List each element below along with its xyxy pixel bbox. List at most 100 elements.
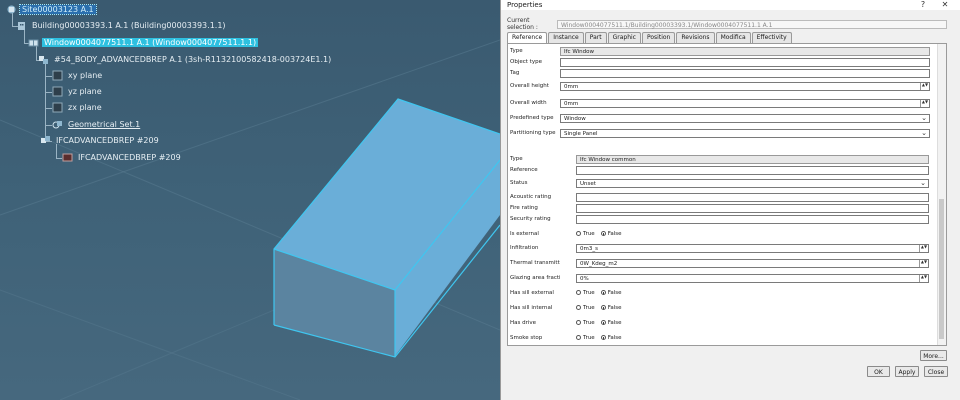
property-label: Fire rating [510, 205, 538, 211]
tab-modifica[interactable]: Modifica [715, 32, 751, 43]
radio-circle [576, 290, 581, 295]
chevron-down-icon[interactable]: ⌄ [921, 129, 927, 137]
property-label: Type [510, 156, 523, 162]
spinner-arrows-icon[interactable]: ▲▼ [920, 99, 929, 107]
tree-node-geometrical-set[interactable]: Geometrical Set.1 [52, 119, 142, 130]
radio-false[interactable]: False [600, 231, 622, 237]
property-dropdown[interactable]: Unset ⌄ [576, 178, 929, 188]
property-field[interactable]: 0m3_s ▲▼ [576, 243, 929, 253]
property-row: Reference [508, 165, 938, 175]
property-row: Type Ifc Window [508, 46, 938, 56]
tree-node-site[interactable]: Site00003123 A.1 [6, 4, 97, 15]
plane-icon [52, 70, 63, 81]
radio-false[interactable]: False [600, 289, 622, 296]
radio-label: True [583, 319, 595, 326]
spinner-arrows-icon[interactable]: ▲▼ [919, 274, 928, 282]
property-field[interactable]: 0% ▲▼ [576, 273, 929, 283]
tree-node-window[interactable]: Window0004077511.1 A.1 (Window0004077511… [28, 37, 259, 48]
current-selection-field[interactable]: Window0004077511.1/Building00003393.1/Wi… [557, 19, 947, 29]
radio-false[interactable]: False [600, 320, 622, 326]
property-label: Security rating [510, 216, 551, 222]
radio-true[interactable]: True [576, 305, 595, 311]
properties-dialog: Properties ? ✕ Current selection : Windo… [500, 0, 960, 400]
tab-graphic[interactable]: Graphic [607, 32, 641, 43]
property-row: Has sill internal True False [508, 303, 938, 313]
tree-node-label: #54_BODY_ADVANCEDBREP A.1 (3sh-R11321005… [54, 55, 332, 64]
radio-circle [600, 231, 606, 236]
geometrical-set-icon [52, 119, 63, 130]
radio-label: False [607, 304, 622, 311]
property-label: Is external [510, 231, 539, 237]
spinner-arrows-icon[interactable]: ▲▼ [919, 244, 928, 252]
scrollbar-thumb[interactable] [939, 199, 944, 339]
vertical-scrollbar[interactable] [937, 44, 946, 345]
radio-true[interactable]: True [576, 290, 595, 296]
property-row: Tag [508, 68, 938, 78]
tab-effectivity[interactable]: Effectivity [751, 32, 792, 43]
radio-label: False [607, 334, 622, 341]
radio-false[interactable]: False [600, 334, 622, 341]
solid-icon [62, 152, 73, 163]
property-field[interactable] [576, 165, 929, 175]
close-button[interactable]: Close [924, 366, 948, 377]
dialog-titlebar: Properties ? ✕ [501, 0, 960, 10]
ok-button[interactable]: OK [867, 366, 890, 377]
spinner-arrows-icon[interactable]: ▲▼ [919, 259, 928, 267]
chevron-down-icon[interactable]: ⌄ [921, 114, 927, 122]
property-dropdown[interactable]: Single Panel ⌄ [560, 128, 930, 138]
tree-node-yz-plane[interactable]: yz plane [52, 86, 104, 97]
property-field[interactable]: 0W_Kdeg_m2 ▲▼ [576, 258, 929, 268]
radio-label: True [583, 230, 595, 237]
site-icon [6, 4, 17, 15]
spinner-arrows-icon[interactable]: ▲▼ [920, 82, 929, 90]
radio-circle [600, 290, 606, 295]
property-field[interactable] [576, 214, 929, 224]
tree-node-ifcadvancedbrep[interactable]: IFCADVANCEDBREP #209 [40, 135, 161, 146]
building-icon [16, 20, 27, 31]
property-label: Acoustic rating [510, 194, 552, 200]
property-field[interactable] [576, 192, 929, 202]
property-field[interactable]: 0mm ▲▼ [560, 81, 930, 91]
tree-node-zx-plane[interactable]: zx plane [52, 102, 104, 113]
help-button[interactable]: ? [914, 0, 932, 10]
tree-node-body[interactable]: #54_BODY_ADVANCEDBREP A.1 (3sh-R11321005… [38, 54, 333, 65]
current-selection: Current selection : Window0004077511.1/B… [507, 17, 947, 31]
property-value: 0W_Kdeg_m2 [580, 260, 618, 267]
property-field[interactable] [560, 57, 930, 67]
close-window-button[interactable]: ✕ [936, 0, 954, 10]
property-row: Fire rating [508, 203, 938, 213]
tab-part[interactable]: Part [584, 32, 607, 43]
chevron-down-icon[interactable]: ⌄ [920, 179, 926, 187]
radio-true[interactable]: True [576, 335, 595, 341]
property-row: Is external True False [508, 229, 938, 239]
radio-true[interactable]: True [576, 320, 595, 326]
property-value: 0m3_s [580, 245, 598, 252]
radio-circle [600, 335, 606, 340]
dialog-title: Properties [507, 1, 543, 9]
radio-group: True False [576, 230, 628, 238]
property-label: Glazing area fraction [510, 275, 560, 281]
tab-revisions[interactable]: Revisions [676, 32, 715, 43]
property-field[interactable] [576, 203, 929, 213]
property-dropdown[interactable]: Window ⌄ [560, 113, 930, 123]
radio-true[interactable]: True [576, 231, 595, 237]
more-button[interactable]: More... [920, 350, 947, 361]
radio-label: False [607, 289, 622, 296]
tree-node-ifcadvancedbrep-solid[interactable]: IFCADVANCEDBREP #209 [62, 152, 183, 163]
tree-node-label: Building00003393.1 A.1 (Building00003393… [32, 21, 226, 30]
property-value: Window [564, 115, 586, 122]
property-row: Thermal transmittance 0W_Kdeg_m2 ▲▼ [508, 258, 938, 268]
apply-button[interactable]: Apply [895, 366, 919, 377]
tree-node-xy-plane[interactable]: xy plane [52, 70, 104, 81]
tab-instance[interactable]: Instance [548, 32, 584, 43]
tree-node-building[interactable]: Building00003393.1 A.1 (Building00003393… [16, 20, 228, 31]
property-field[interactable] [560, 68, 930, 78]
radio-false[interactable]: False [600, 304, 622, 311]
property-value: Single Panel [564, 130, 598, 137]
property-type-field: Ifc Window [560, 46, 930, 56]
property-value: 0mm [564, 100, 579, 107]
tree-node-label: Geometrical Set.1 [68, 120, 141, 129]
property-field[interactable]: 0mm ▲▼ [560, 98, 930, 108]
tab-position[interactable]: Position [641, 32, 676, 43]
tree-node-label: IFCADVANCEDBREP #209 [78, 153, 181, 162]
